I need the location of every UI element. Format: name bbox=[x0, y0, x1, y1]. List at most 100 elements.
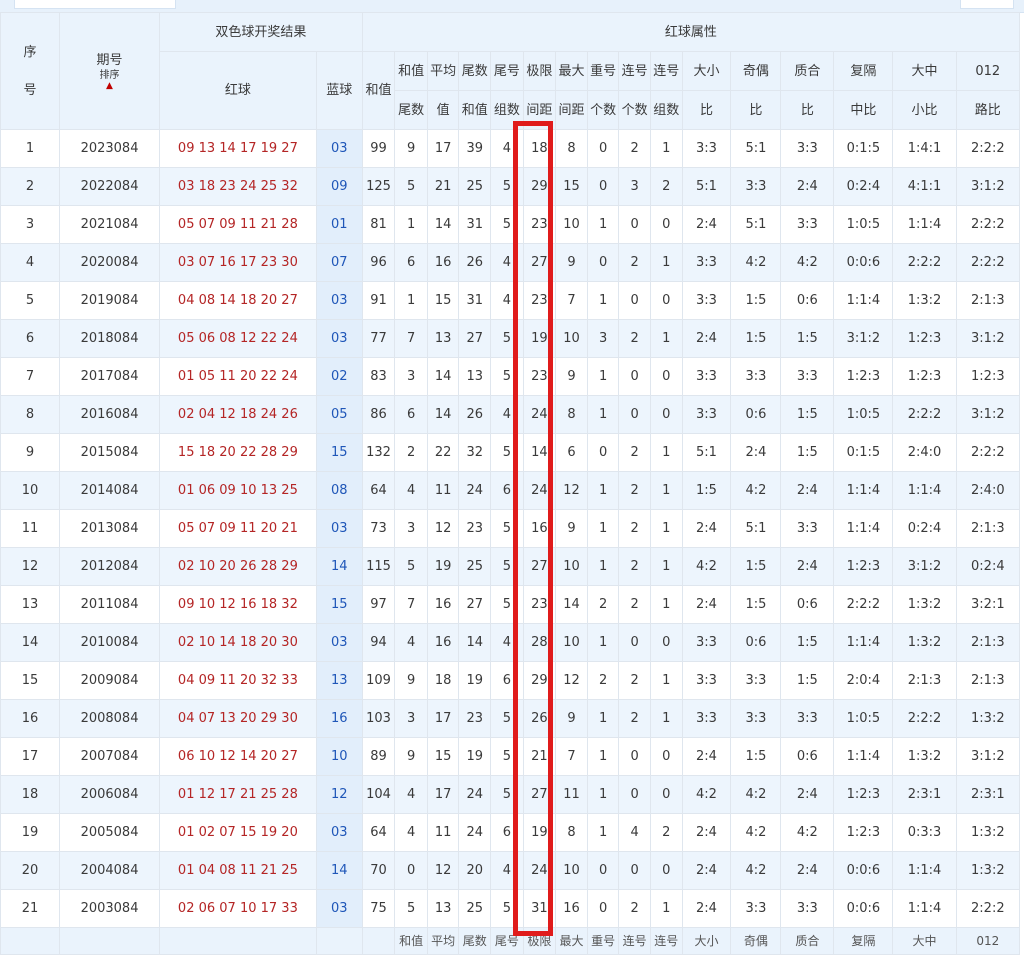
attr-cell: 1 bbox=[649, 585, 683, 624]
attr-cell: 1 bbox=[586, 509, 620, 548]
blue-ball-cell: 03 bbox=[315, 281, 363, 320]
red-ball-cell: 01 06 09 10 13 25 bbox=[158, 471, 317, 510]
attr-col-bottom: 间距 bbox=[522, 90, 557, 130]
attr-cell: 11 bbox=[426, 813, 460, 852]
attr-cell: 14 bbox=[426, 357, 460, 396]
attr-cell: 2:2:2 bbox=[892, 699, 957, 738]
sort-arrow-icon[interactable]: ▲ bbox=[61, 82, 159, 91]
attr-cell: 4 bbox=[490, 243, 524, 282]
attr-cell: 4:2 bbox=[730, 851, 782, 890]
attr-cell: 3:3 bbox=[730, 699, 782, 738]
blue-ball-cell: 14 bbox=[315, 547, 363, 586]
attr-cell: 0 bbox=[586, 243, 620, 282]
seq-cell: 1 bbox=[0, 129, 61, 168]
footer-label: 最大 bbox=[555, 927, 588, 955]
attr-cell: 0 bbox=[586, 851, 620, 890]
table-row: 20 2004084 01 04 08 11 21 25 14 70 0 12 20 4 24 10… bbox=[0, 851, 1021, 890]
attr-cell: 1:3:2 bbox=[955, 813, 1021, 852]
attr-cell: 2:4 bbox=[681, 585, 732, 624]
red-ball-cell: 03 18 23 24 25 32 bbox=[158, 167, 317, 206]
period-header[interactable]: 期号 排序 ▲ bbox=[59, 12, 160, 130]
attr-col-bottom: 组数 bbox=[649, 90, 683, 130]
blue-ball-cell: 05 bbox=[315, 395, 363, 434]
attr-cell: 2:4:0 bbox=[955, 471, 1021, 510]
sum-cell: 104 bbox=[361, 775, 396, 814]
attr-cell: 27 bbox=[522, 243, 557, 282]
attr-cell: 2:2:2 bbox=[955, 889, 1021, 928]
attr-cell: 0:1:5 bbox=[833, 433, 894, 472]
attr-cell: 23 bbox=[522, 205, 557, 244]
blue-ball-cell: 10 bbox=[315, 737, 363, 776]
period-cell: 2012084 bbox=[59, 547, 160, 586]
table-row: 8 2016084 02 04 12 18 24 26 05 86 6 14 26 4 24 8 1 0… bbox=[0, 395, 1021, 434]
attr-cell: 2:1:3 bbox=[892, 661, 957, 700]
footer-cell bbox=[158, 927, 317, 955]
period-cell: 2011084 bbox=[59, 585, 160, 624]
seq-cell: 6 bbox=[0, 319, 61, 358]
attr-cell: 24 bbox=[522, 851, 557, 890]
attr-cell: 0 bbox=[649, 737, 683, 776]
attr-cell: 14 bbox=[458, 623, 492, 662]
period-cell: 2019084 bbox=[59, 281, 160, 320]
footer-label: 平均 bbox=[426, 927, 460, 955]
footer-label: 重号 bbox=[586, 927, 620, 955]
attr-cell: 4:2 bbox=[780, 813, 835, 852]
attr-cell: 1:5 bbox=[730, 319, 782, 358]
sum-cell: 86 bbox=[361, 395, 396, 434]
attr-cell: 2:4 bbox=[681, 205, 732, 244]
attr-cell: 3:3 bbox=[780, 129, 835, 168]
attr-cell: 29 bbox=[522, 661, 557, 700]
attr-cell: 1:2:3 bbox=[833, 357, 894, 396]
attr-col-top: 大小 bbox=[681, 51, 732, 91]
attr-cell: 1:5 bbox=[730, 547, 782, 586]
attr-cell: 1:2:3 bbox=[833, 775, 894, 814]
attr-cell: 1 bbox=[586, 737, 620, 776]
attr-cell: 19 bbox=[458, 661, 492, 700]
red-ball-cell: 09 10 12 16 18 32 bbox=[158, 585, 317, 624]
attr-col-bottom: 值 bbox=[426, 90, 460, 130]
attr-cell: 1 bbox=[649, 471, 683, 510]
footer-label: 连号 bbox=[649, 927, 683, 955]
attr-cell: 18 bbox=[426, 661, 460, 700]
attr-cell: 1 bbox=[649, 433, 683, 472]
red-ball-cell: 05 07 09 11 21 28 bbox=[158, 205, 317, 244]
attr-cell: 15 bbox=[555, 167, 588, 206]
attr-cell: 1:0:5 bbox=[833, 699, 894, 738]
attr-cell: 2:4 bbox=[780, 167, 835, 206]
blue-ball-cell: 07 bbox=[315, 243, 363, 282]
attr-cell: 2 bbox=[618, 547, 651, 586]
attr-col-top: 质合 bbox=[780, 51, 835, 91]
attr-cell: 2 bbox=[618, 129, 651, 168]
attr-cell: 23 bbox=[522, 585, 557, 624]
attr-cell: 6 bbox=[490, 813, 524, 852]
footer-cell bbox=[59, 927, 160, 955]
blue-ball-cell: 08 bbox=[315, 471, 363, 510]
blue-ball-cell: 14 bbox=[315, 851, 363, 890]
top-tab-right bbox=[960, 0, 1014, 9]
attr-cell: 0 bbox=[649, 205, 683, 244]
red-ball-cell: 06 10 12 14 20 27 bbox=[158, 737, 317, 776]
attr-cell: 1:5 bbox=[780, 661, 835, 700]
attr-cell: 1 bbox=[586, 471, 620, 510]
attr-cell: 1:2:3 bbox=[955, 357, 1021, 396]
attr-cell: 5:1 bbox=[681, 433, 732, 472]
attr-cell: 28 bbox=[522, 623, 557, 662]
footer-label: 奇偶 bbox=[730, 927, 782, 955]
attr-cell: 1 bbox=[649, 129, 683, 168]
attr-cell: 19 bbox=[522, 319, 557, 358]
attr-cell: 14 bbox=[522, 433, 557, 472]
table-row: 6 2018084 05 06 08 12 22 24 03 77 7 13 27 5 19 10 3… bbox=[0, 319, 1021, 358]
attr-cell: 12 bbox=[426, 509, 460, 548]
period-cell: 2014084 bbox=[59, 471, 160, 510]
attr-cell: 10 bbox=[555, 547, 588, 586]
red-ball-cell: 04 07 13 20 29 30 bbox=[158, 699, 317, 738]
attr-cell: 1 bbox=[586, 395, 620, 434]
attr-cell: 2:4 bbox=[780, 471, 835, 510]
attr-cell: 0 bbox=[586, 889, 620, 928]
footer-label: 连号 bbox=[618, 927, 651, 955]
period-cell: 2010084 bbox=[59, 623, 160, 662]
attr-cell: 1 bbox=[649, 319, 683, 358]
attr-cell: 1:2:3 bbox=[833, 547, 894, 586]
attr-col-bottom: 比 bbox=[730, 90, 782, 130]
attr-cell: 16 bbox=[426, 243, 460, 282]
